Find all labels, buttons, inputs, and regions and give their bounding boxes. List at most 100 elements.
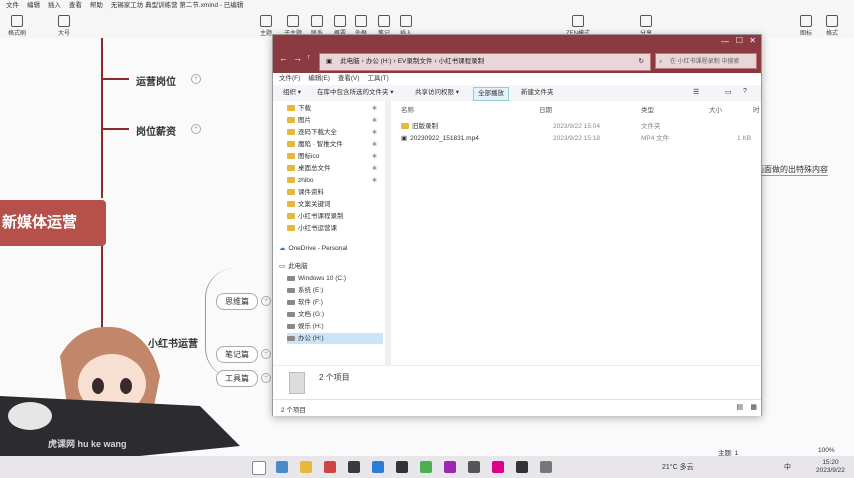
nav-item-folder[interactable]: 课件资料 — [287, 187, 324, 198]
file-row[interactable]: ▣ 20230922_151831.mp4 — [401, 133, 479, 144]
share-with-button[interactable]: 共享访问权限 ▾ — [411, 87, 463, 99]
search-box[interactable]: ⌕ 在 小红书课程录制 中搜索 — [655, 53, 757, 69]
root-topic[interactable]: 新媒体运营 — [0, 200, 106, 246]
view-options-icon[interactable]: ☰ — [693, 88, 699, 96]
nav-item-drive-c[interactable]: Windows 10 (C:) — [287, 273, 346, 284]
play-all-button[interactable]: 全部播放 — [473, 87, 509, 101]
app-icon[interactable] — [324, 461, 336, 473]
collapse-toggle[interactable]: + — [261, 349, 271, 359]
share-icon — [640, 15, 652, 27]
font-size-button[interactable]: 大号 — [58, 15, 70, 37]
app-icon[interactable] — [348, 461, 360, 473]
collapse-toggle[interactable]: + — [191, 74, 201, 84]
explorer-titlebar[interactable]: — ☐ ✕ — [273, 35, 761, 49]
menu-insert[interactable]: 插入 — [48, 0, 61, 11]
new-folder-button[interactable]: 新建文件夹 — [517, 87, 558, 99]
nav-item-pictures[interactable]: 图片 — [287, 115, 311, 126]
nav-item-downloads[interactable]: 下载 — [287, 103, 311, 114]
branch-node-salary[interactable]: 岗位薪资 — [136, 123, 176, 138]
back-arrow-icon[interactable]: ← — [279, 53, 288, 63]
collapse-toggle[interactable]: + — [261, 373, 271, 383]
nav-item-folder[interactable]: 小红书运营课 — [287, 223, 337, 234]
organize-button[interactable]: 组织 ▾ — [279, 87, 305, 99]
app-icon[interactable] — [420, 461, 432, 473]
explorer-menu-tools[interactable]: 工具(T) — [368, 73, 389, 85]
menu-file[interactable]: 文件 — [6, 0, 19, 11]
help-icon[interactable]: ? — [743, 88, 747, 95]
column-date[interactable]: 日期 — [539, 104, 552, 114]
column-type[interactable]: 类型 — [641, 104, 654, 114]
subnode-thinking[interactable]: 思维篇 — [216, 293, 258, 310]
download-folder-icon — [287, 105, 295, 112]
item-count: 2 个项目 — [319, 373, 350, 382]
close-icon[interactable]: ✕ — [749, 36, 756, 45]
format-painter-button[interactable]: 格式刷 — [8, 15, 26, 37]
nav-item-folder[interactable]: 小红书课程录制 — [287, 211, 344, 222]
partial-topic-text[interactable]: 画面做的出特殊内容 — [756, 164, 828, 176]
app-icon[interactable] — [444, 461, 456, 473]
breadcrumb-thispc[interactable]: 此电脑 — [340, 58, 360, 65]
nav-item-onedrive[interactable]: ☁ OneDrive - Personal — [279, 243, 347, 254]
app-icon[interactable] — [468, 461, 480, 473]
video-file-icon: ▣ — [401, 135, 408, 142]
menu-view[interactable]: 查看 — [69, 0, 82, 11]
refresh-icon[interactable]: ↻ — [639, 54, 644, 70]
column-duration[interactable]: 时 — [753, 104, 760, 114]
details-view-icon[interactable]: ▤ — [736, 403, 743, 411]
branch-node-operations[interactable]: 运营岗位 — [136, 73, 176, 88]
nav-item-drive-office[interactable]: 办公 (H:) — [287, 333, 383, 344]
nav-item-folder[interactable]: 魔陷 · 智推文件 — [287, 139, 343, 150]
menu-help[interactable]: 帮助 — [90, 0, 103, 11]
file-row[interactable]: 旧版录制 — [401, 121, 438, 132]
nav-item-folder[interactable]: 桌面总文件 — [287, 163, 331, 174]
icon-panel-button[interactable]: 图标 — [800, 15, 812, 37]
menu-edit[interactable]: 编辑 — [27, 0, 40, 11]
nav-item-folder[interactable]: 逐码下载大全 — [287, 127, 337, 138]
app-icon[interactable] — [516, 461, 528, 473]
tiles-view-icon[interactable]: ▦ — [750, 403, 757, 411]
nav-item-drive-f[interactable]: 软件 (F:) — [287, 297, 323, 308]
collapse-toggle[interactable]: + — [261, 296, 271, 306]
folder-icon — [287, 153, 295, 160]
nav-item-folder[interactable]: zhibo — [287, 175, 314, 186]
explorer-menu-file[interactable]: 文件(F) — [279, 73, 300, 85]
zoom-level[interactable]: 100% — [818, 447, 835, 454]
nav-item-folder[interactable]: 文案关键词 — [287, 199, 331, 210]
topic-button[interactable]: 主题 — [260, 15, 272, 37]
folder-icon — [287, 189, 295, 196]
explorer-menu-view[interactable]: 查看(V) — [338, 73, 360, 85]
forward-arrow-icon[interactable]: → — [293, 53, 302, 63]
explorer-menu-edit[interactable]: 编辑(E) — [308, 73, 330, 85]
nav-item-drive-g[interactable]: 文档 (G:) — [287, 309, 324, 320]
explorer-icon[interactable] — [300, 461, 312, 473]
maximize-icon[interactable]: ☐ — [736, 36, 743, 45]
mouse-shape — [8, 402, 52, 430]
breadcrumb-ev[interactable]: EV录制文件 — [398, 58, 433, 65]
weather-widget[interactable]: 21°C 多云 — [662, 462, 694, 472]
taskbar-clock[interactable]: 15:20 2023/9/22 — [816, 459, 845, 475]
collapse-toggle[interactable]: + — [191, 124, 201, 134]
folder-icon — [287, 141, 295, 148]
address-bar[interactable]: ▣ 此电脑 › 办公 (H:) › EV录制文件 › 小红书课程录制 ↻ — [319, 53, 651, 71]
app-icon[interactable] — [492, 461, 504, 473]
app-icon[interactable] — [396, 461, 408, 473]
preview-pane-icon[interactable]: ▭ — [725, 88, 732, 96]
up-arrow-icon[interactable]: ↑ — [307, 54, 311, 61]
minimize-icon[interactable]: — — [721, 37, 729, 46]
nav-item-thispc[interactable]: ▭ 此电脑 — [279, 261, 308, 272]
column-size[interactable]: 大小 — [709, 104, 722, 114]
start-icon[interactable] — [252, 461, 266, 475]
nav-item-drive-h[interactable]: 娱乐 (H:) — [287, 321, 324, 332]
text-size-icon — [58, 15, 70, 27]
app-icon[interactable] — [540, 461, 552, 473]
ime-indicator[interactable]: 中 — [784, 462, 791, 472]
nav-item-folder[interactable]: 图标ico — [287, 151, 319, 162]
edge-icon[interactable] — [276, 461, 288, 473]
format-panel-button[interactable]: 格式 — [826, 15, 838, 37]
app-icon[interactable] — [372, 461, 384, 473]
breadcrumb-current[interactable]: 小红书课程录制 — [439, 58, 485, 65]
breadcrumb-drive[interactable]: 办公 (H:) — [366, 58, 392, 65]
nav-item-drive-e[interactable]: 系统 (E:) — [287, 285, 323, 296]
column-name[interactable]: 名称 — [401, 104, 414, 114]
include-in-library-button[interactable]: 在库中包含所选的文件夹 ▾ — [313, 87, 398, 99]
